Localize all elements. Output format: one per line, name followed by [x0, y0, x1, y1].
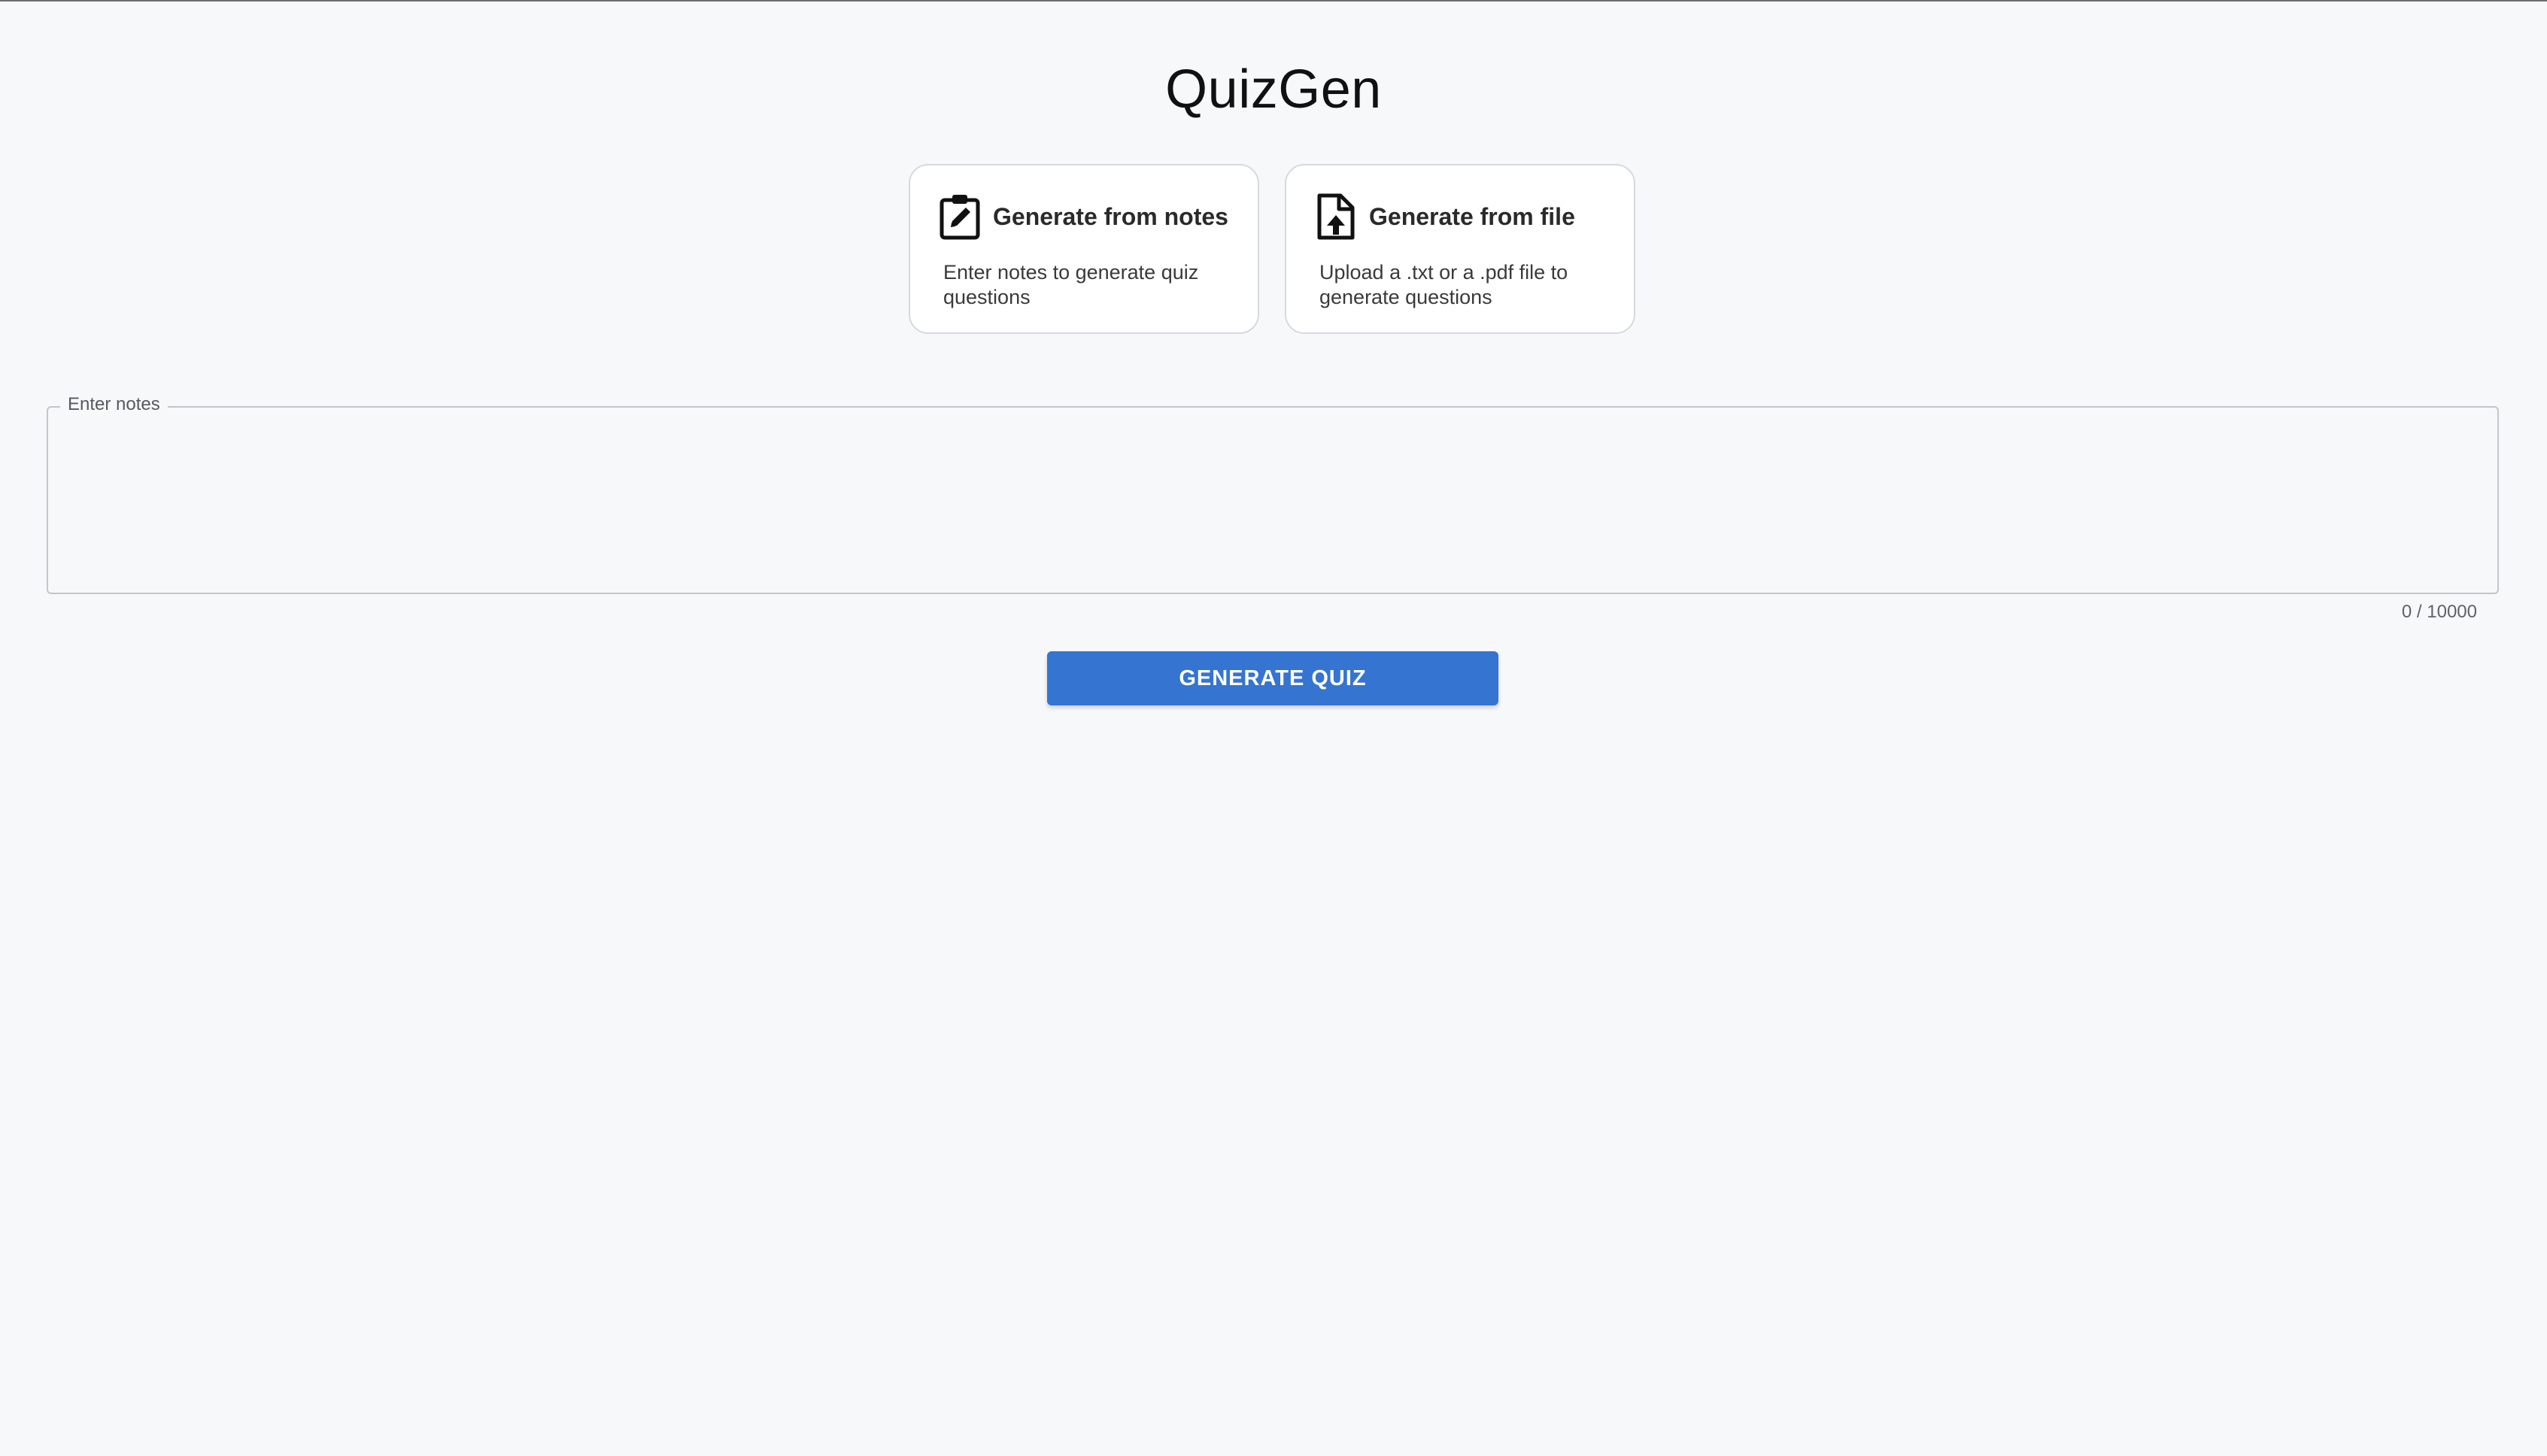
top-border [0, 0, 2547, 2]
page-title: QuizGen [1165, 59, 1382, 120]
card-title: Generate from file [1369, 203, 1575, 230]
generate-from-file-card[interactable]: Generate from file Upload a .txt or a .p… [1285, 164, 1635, 334]
notes-field-label: Enter notes [60, 394, 168, 415]
card-description: Enter notes to generate quiz questions [943, 261, 1199, 308]
card-title: Generate from notes [993, 203, 1228, 230]
notes-textarea[interactable] [68, 433, 2478, 579]
generate-quiz-button[interactable]: GENERATE QUIZ [1047, 651, 1498, 705]
file-upload-icon [1315, 193, 1357, 241]
card-description: Upload a .txt or a .pdf file to generate… [1319, 261, 1568, 308]
character-counter: 0 / 10000 [2401, 602, 2477, 622]
clipboard-edit-icon [939, 193, 981, 241]
generate-from-notes-card[interactable]: Generate from notes Enter notes to gener… [909, 164, 1259, 334]
